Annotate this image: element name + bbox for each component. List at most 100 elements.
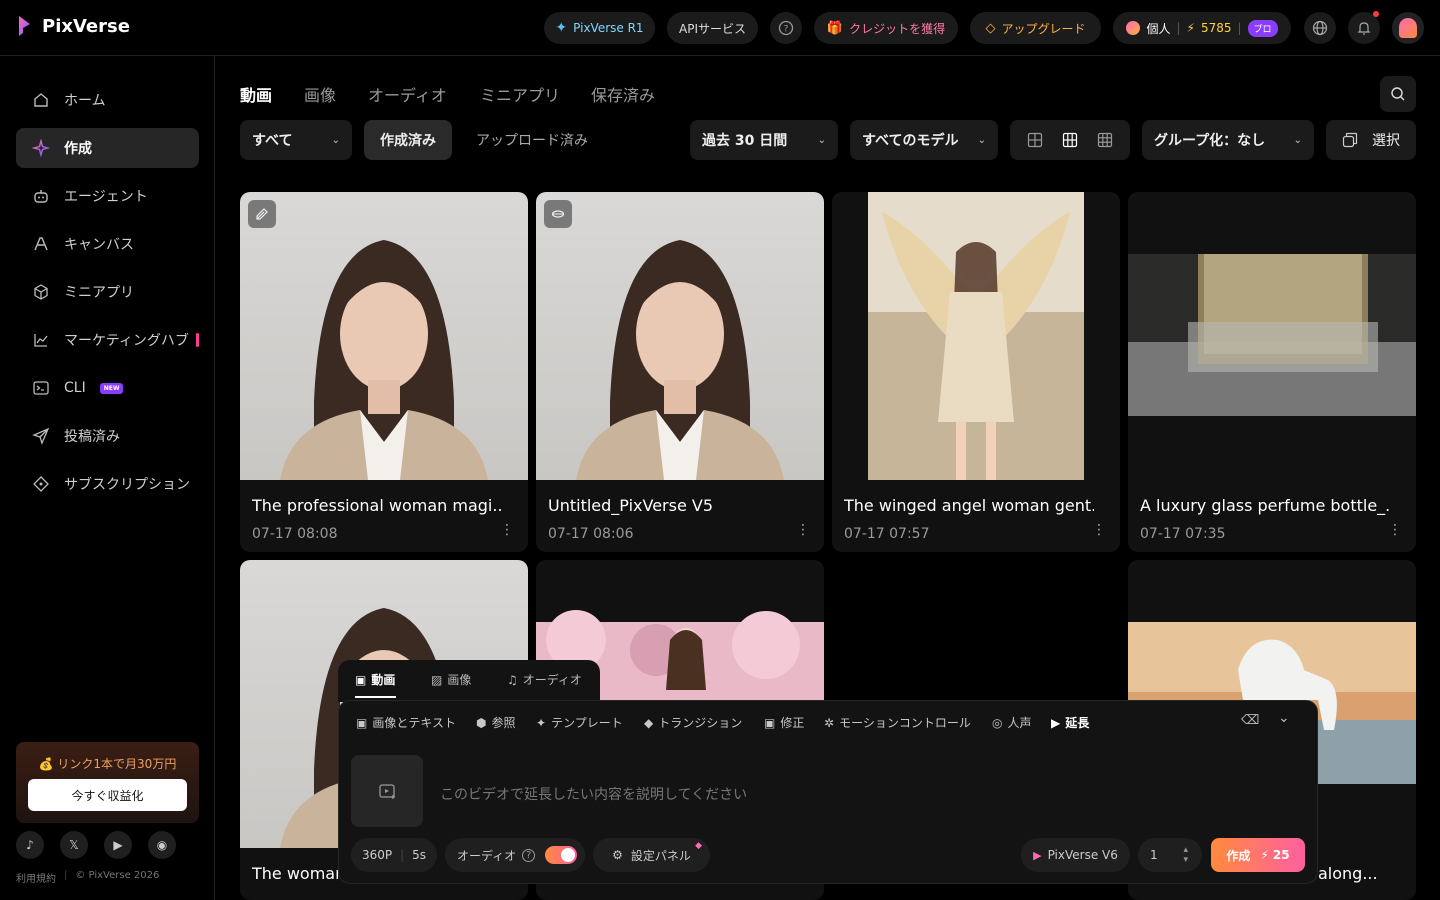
tab-video[interactable]: 動画 — [240, 82, 272, 106]
more-options-icon[interactable]: ⋮ — [796, 522, 810, 538]
upgrade-button[interactable]: ◇ アップグレード — [970, 12, 1101, 44]
more-options-icon[interactable]: ⋮ — [1388, 522, 1402, 538]
settings-panel-button[interactable]: ⚙ 設定パネル ◆ — [593, 838, 710, 872]
sidebar-item-home[interactable]: ホーム — [16, 80, 199, 120]
divider: | — [1176, 21, 1181, 35]
sidebar-item-label: ホーム — [64, 93, 106, 109]
grid-small-icon[interactable] — [1097, 132, 1113, 148]
sidebar-item-agent[interactable]: エージェント — [16, 176, 199, 216]
card-title: along... — [1318, 864, 1378, 883]
stepper-arrows-icon[interactable]: ▴ ▾ — [1183, 845, 1188, 865]
logo[interactable]: PixVerse — [16, 14, 130, 38]
chevron-down-icon: ⌄ — [817, 134, 826, 146]
tab-audio[interactable]: オーディオ — [368, 82, 447, 106]
create-button[interactable]: 作成 ⚡ 25 — [1211, 838, 1305, 872]
tab-miniapp[interactable]: ミニアプリ — [480, 82, 560, 106]
info-icon[interactable]: ? — [522, 848, 536, 862]
discord-icon[interactable]: ◉ — [148, 831, 176, 859]
model-label: PixVerse V6 — [1047, 848, 1118, 862]
group-by-dropdown[interactable]: グループ化：なし ⌄ — [1142, 120, 1314, 160]
youtube-icon[interactable]: ▶ — [104, 831, 132, 859]
sidebar-item-label: マーケティングハブ — [64, 333, 189, 349]
pixverse-r1-button[interactable]: ✦ PixVerse R1 — [544, 12, 655, 44]
tab-saved[interactable]: 保存済み — [591, 82, 655, 106]
sidebar-item-miniapp[interactable]: ミニアプリ — [16, 272, 199, 312]
help-button[interactable]: ? — [770, 12, 802, 44]
chart-icon — [34, 334, 48, 347]
chevron-down-icon: ⌄ — [977, 134, 986, 146]
more-options-icon[interactable]: ⋮ — [500, 522, 514, 538]
magic-edit-icon — [256, 208, 268, 220]
notifications-button[interactable] — [1348, 11, 1380, 44]
new-badge: NEW — [99, 382, 124, 394]
divider: | — [64, 870, 68, 881]
type-filter-dropdown[interactable]: すべて ⌄ — [240, 120, 352, 160]
earn-credits-button[interactable]: 🎁 クレジットを獲得 — [814, 12, 958, 44]
api-service-button[interactable]: APIサービス — [667, 12, 758, 44]
music-icon: ♫ — [507, 672, 518, 687]
prompt-input[interactable]: このビデオで延長したい内容を説明してください — [440, 784, 747, 804]
composer-tab-video[interactable]: ▣ 動画 — [355, 671, 395, 688]
sidebar-item-canvas[interactable]: キャンバス — [16, 224, 199, 264]
mode-template[interactable]: ✦ テンプレート — [536, 714, 623, 731]
mode-transition[interactable]: ◆ トランジション — [644, 714, 742, 731]
video-thumbnail — [1128, 192, 1416, 480]
sliders-icon: ⚙ — [612, 848, 623, 862]
mode-extend[interactable]: ▶ 延長 — [1051, 714, 1089, 731]
search-button[interactable] — [1380, 76, 1416, 112]
created-filter-button[interactable]: 作成済み — [364, 120, 452, 160]
card-title: The winged angel woman gent... — [844, 496, 1094, 515]
language-button[interactable] — [1304, 12, 1336, 44]
video-card[interactable]: The winged angel woman gent... 07-17 07:… — [832, 192, 1120, 552]
account-type: 個人 — [1146, 21, 1171, 36]
more-options-icon[interactable]: ⋮ — [1092, 522, 1106, 538]
card-title: The professional woman magi... — [252, 496, 502, 515]
composer-tab-image[interactable]: ▨ 画像 — [431, 671, 471, 688]
period-dropdown[interactable]: 過去 30 日間 ⌄ — [690, 120, 838, 160]
collapse-chevron-icon[interactable]: ⌄ — [1278, 710, 1290, 726]
video-card[interactable]: Untitled_PixVerse V5 07-17 08:06 ⋮ — [536, 192, 824, 552]
tiktok-icon[interactable]: ♪ — [16, 831, 44, 859]
clear-icon[interactable]: ⌫ — [1241, 713, 1259, 728]
x-twitter-icon[interactable]: 𝕏 — [60, 831, 88, 859]
promo-text: 💰 リンク1本で月30万円 — [38, 757, 177, 771]
select-button[interactable]: 選択 — [1326, 120, 1416, 160]
upload-video-slot[interactable] — [351, 755, 423, 827]
mode-image-text[interactable]: ▣ 画像とテキスト — [356, 714, 456, 731]
mode-modify[interactable]: ▣ 修正 — [764, 714, 804, 731]
terms-link[interactable]: 利用規約 — [16, 870, 56, 885]
transition-icon: ◆ — [644, 715, 654, 730]
perfume-bottle-image — [1128, 254, 1416, 416]
sidebar-item-posted[interactable]: 投稿済み — [16, 416, 199, 456]
monetize-button[interactable]: 今すぐ収益化 — [28, 779, 187, 811]
grid-large-icon[interactable] — [1027, 132, 1043, 148]
video-card[interactable]: The professional woman magi... 07-17 08:… — [240, 192, 528, 552]
sidebar-item-cli[interactable]: CLI NEW — [16, 368, 199, 408]
mode-label: 画像とテキスト — [372, 716, 456, 730]
uploaded-filter-button[interactable]: アップロード済み — [464, 120, 600, 160]
select-icon — [1342, 132, 1358, 148]
resolution-duration-selector[interactable]: 360P | 5s — [351, 838, 437, 872]
duration-value: 5s — [412, 848, 427, 862]
resolution-value: 360P — [361, 848, 393, 862]
model-dropdown[interactable]: すべてのモデル ⌄ — [850, 120, 998, 160]
sidebar-item-label: エージェント — [64, 189, 148, 205]
model-selector[interactable]: ▶ PixVerse V6 — [1021, 838, 1130, 872]
account-credits-pill[interactable]: 個人 | ⚡ 5785 | プロ — [1113, 12, 1291, 44]
user-avatar[interactable] — [1392, 12, 1424, 44]
composer-tab-label: オーディオ — [522, 673, 582, 687]
grid-medium-icon[interactable] — [1062, 132, 1078, 148]
composer-tab-audio[interactable]: ♫ オーディオ — [507, 671, 582, 688]
tab-image[interactable]: 画像 — [304, 82, 336, 106]
audio-label: オーディオ — [457, 848, 517, 863]
mode-label: モーションコントロール — [839, 716, 971, 730]
audio-toggle[interactable] — [545, 846, 578, 864]
sidebar-item-marketing-hub[interactable]: マーケティングハブ — [16, 320, 199, 360]
sidebar-item-create[interactable]: 作成 — [16, 128, 199, 168]
mode-voice[interactable]: ◎ 人声 — [992, 714, 1032, 731]
mode-motion-control[interactable]: ✲ モーションコントロール — [824, 714, 971, 731]
sidebar-item-subscription[interactable]: サブスクリプション — [16, 464, 199, 504]
count-stepper[interactable]: 1 ▴ ▾ — [1138, 838, 1202, 872]
video-card[interactable]: A luxury glass perfume bottle_... 07-17 … — [1128, 192, 1416, 552]
mode-reference[interactable]: ⬢ 参照 — [476, 714, 516, 731]
